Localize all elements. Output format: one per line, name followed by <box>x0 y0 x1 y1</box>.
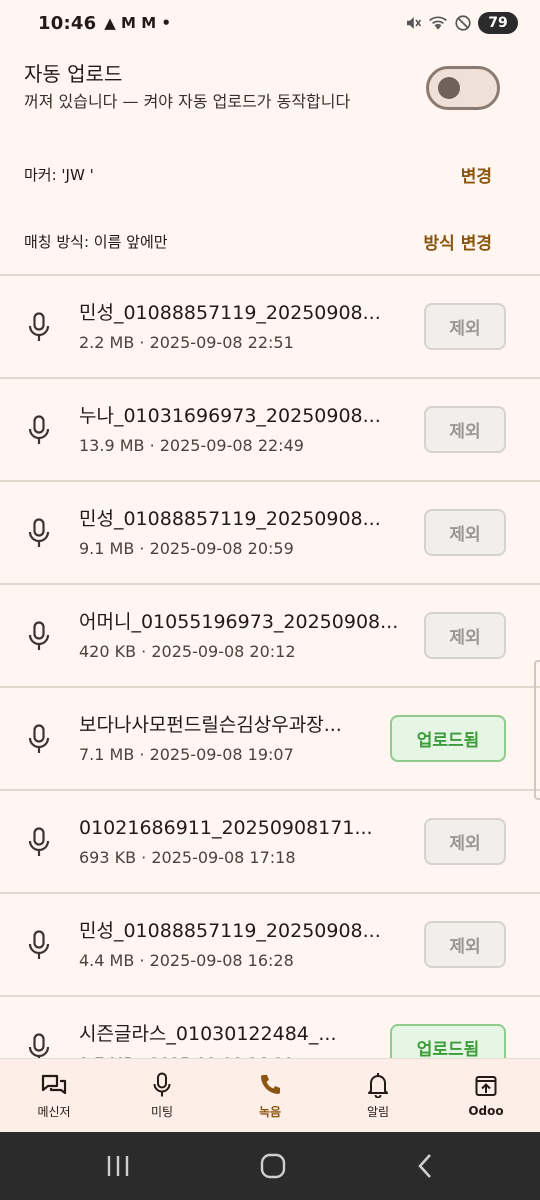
recent-apps-icon[interactable] <box>105 1154 131 1178</box>
matching-label: 매칭 방식: 이름 앞에만 <box>24 232 168 251</box>
exclude-button[interactable]: 제외 <box>424 612 506 659</box>
wifi-icon <box>429 16 447 30</box>
recording-list-item[interactable]: 민성_01088857119_20250908... 9.1 MB · 2025-… <box>0 482 540 585</box>
notification-icons: ▲ M M • <box>104 14 171 32</box>
exclude-button[interactable]: 제외 <box>424 921 506 968</box>
battery-indicator: 79 <box>478 12 518 34</box>
recording-file-meta: 4.4 MB · 2025-09-08 16:28 <box>79 951 294 970</box>
do-not-disturb-icon <box>455 15 471 31</box>
recording-file-name: 민성_01088857119_20250908... <box>79 508 381 530</box>
toggle-knob <box>438 77 460 99</box>
chat-icon <box>41 1072 67 1098</box>
recording-list[interactable]: 민성_01088857119_20250908... 2.2 MB · 2025-… <box>0 276 540 1058</box>
recording-file-meta: 7.1 MB · 2025-09-08 19:07 <box>79 745 294 764</box>
mic-icon <box>28 415 50 445</box>
recording-file-name: 시즌글라스_01030122484_... <box>79 1023 337 1045</box>
scroll-handle[interactable] <box>534 660 540 800</box>
recording-file-name: 민성_01088857119_20250908... <box>79 920 381 942</box>
bottom-navigation: 메신저 미팅 녹음 알림 Odoo <box>0 1058 540 1132</box>
exclude-button[interactable]: 제외 <box>424 406 506 453</box>
mic-icon <box>28 827 50 857</box>
recording-list-item[interactable]: 누나_01031696973_20250908... 13.9 MB · 2025… <box>0 379 540 482</box>
open-in-app-icon <box>473 1073 499 1099</box>
recording-file-name: 어머니_01055196973_20250908... <box>79 611 399 633</box>
nav-meeting[interactable]: 미팅 <box>108 1059 216 1132</box>
marker-row: 마커: 'JW ' 변경 <box>24 154 492 194</box>
nav-label-messenger: 메신저 <box>37 1104 71 1119</box>
matching-row: 매칭 방식: 이름 앞에만 방식 변경 <box>24 221 492 261</box>
auto-upload-section: 자동 업로드 꺼져 있습니다 — 켜야 자동 업로드가 동작합니다 <box>24 60 516 120</box>
nav-recording[interactable]: 녹음 <box>216 1059 324 1132</box>
status-bar: 10:46 ▲ M M • 79 <box>0 0 540 46</box>
exclude-button[interactable]: 제외 <box>424 509 506 556</box>
mic-icon <box>28 930 50 960</box>
recording-list-item[interactable]: 민성_01088857119_20250908... 2.2 MB · 2025-… <box>0 276 540 379</box>
recording-list-item[interactable]: 민성_01088857119_20250908... 4.4 MB · 2025-… <box>0 894 540 997</box>
system-navigation-bar <box>0 1132 540 1200</box>
mic-icon <box>28 518 50 548</box>
mic-icon <box>28 724 50 754</box>
bell-icon <box>365 1072 391 1098</box>
home-icon[interactable] <box>260 1153 286 1179</box>
nav-label-alerts: 알림 <box>366 1104 390 1119</box>
marker-change-button[interactable]: 변경 <box>461 162 492 187</box>
recording-file-meta: 420 KB · 2025-09-08 20:12 <box>79 642 296 661</box>
auto-upload-toggle[interactable] <box>426 66 500 110</box>
nav-alerts[interactable]: 알림 <box>324 1059 432 1132</box>
phone-icon <box>257 1072 283 1098</box>
status-time: 10:46 <box>38 12 97 34</box>
recording-file-meta: 2.2 MB · 2025-09-08 22:51 <box>79 333 294 352</box>
mic-icon <box>149 1072 175 1098</box>
status-right-icons: 79 <box>404 12 518 34</box>
mic-icon <box>28 312 50 342</box>
recording-file-meta: 9.1 MB · 2025-09-08 20:59 <box>79 539 294 558</box>
nav-odoo[interactable]: Odoo <box>432 1059 540 1132</box>
uploaded-badge[interactable]: 업로드됨 <box>390 715 506 762</box>
nav-label-recording: 녹음 <box>258 1104 282 1119</box>
exclude-button[interactable]: 제외 <box>424 303 506 350</box>
recording-list-item[interactable]: 어머니_01055196973_20250908... 420 KB · 2025… <box>0 585 540 688</box>
nav-messenger[interactable]: 메신저 <box>0 1059 108 1132</box>
marker-label: 마커: 'JW ' <box>24 165 94 184</box>
recording-file-name: 누나_01031696973_20250908... <box>79 405 381 427</box>
recording-list-item[interactable]: 보다나사모펀드릴슨김상우과장... 7.1 MB · 2025-09-08 19:… <box>0 688 540 791</box>
mic-icon <box>28 1033 50 1058</box>
recording-file-name: 보다나사모펀드릴슨김상우과장... <box>79 714 342 736</box>
back-icon[interactable] <box>415 1153 435 1179</box>
recording-file-meta: 13.9 MB · 2025-09-08 22:49 <box>79 436 304 455</box>
matching-change-button[interactable]: 방식 변경 <box>424 229 492 254</box>
recording-file-meta: 693 KB · 2025-09-08 17:18 <box>79 848 296 867</box>
recording-file-name: 민성_01088857119_20250908... <box>79 302 381 324</box>
mic-icon <box>28 621 50 651</box>
nav-label-odoo: Odoo <box>468 1104 504 1118</box>
nav-label-meeting: 미팅 <box>150 1104 174 1119</box>
recording-list-item[interactable]: 시즌글라스_01030122484_...1.7 MB · 2025-09-08… <box>0 997 540 1058</box>
recording-list-item[interactable]: 01021686911_20250908171... 693 KB · 2025-… <box>0 791 540 894</box>
exclude-button[interactable]: 제외 <box>424 818 506 865</box>
uploaded-badge[interactable]: 업로드됨 <box>390 1024 506 1058</box>
recording-file-name: 01021686911_20250908171... <box>79 817 373 839</box>
mute-icon <box>407 17 422 29</box>
